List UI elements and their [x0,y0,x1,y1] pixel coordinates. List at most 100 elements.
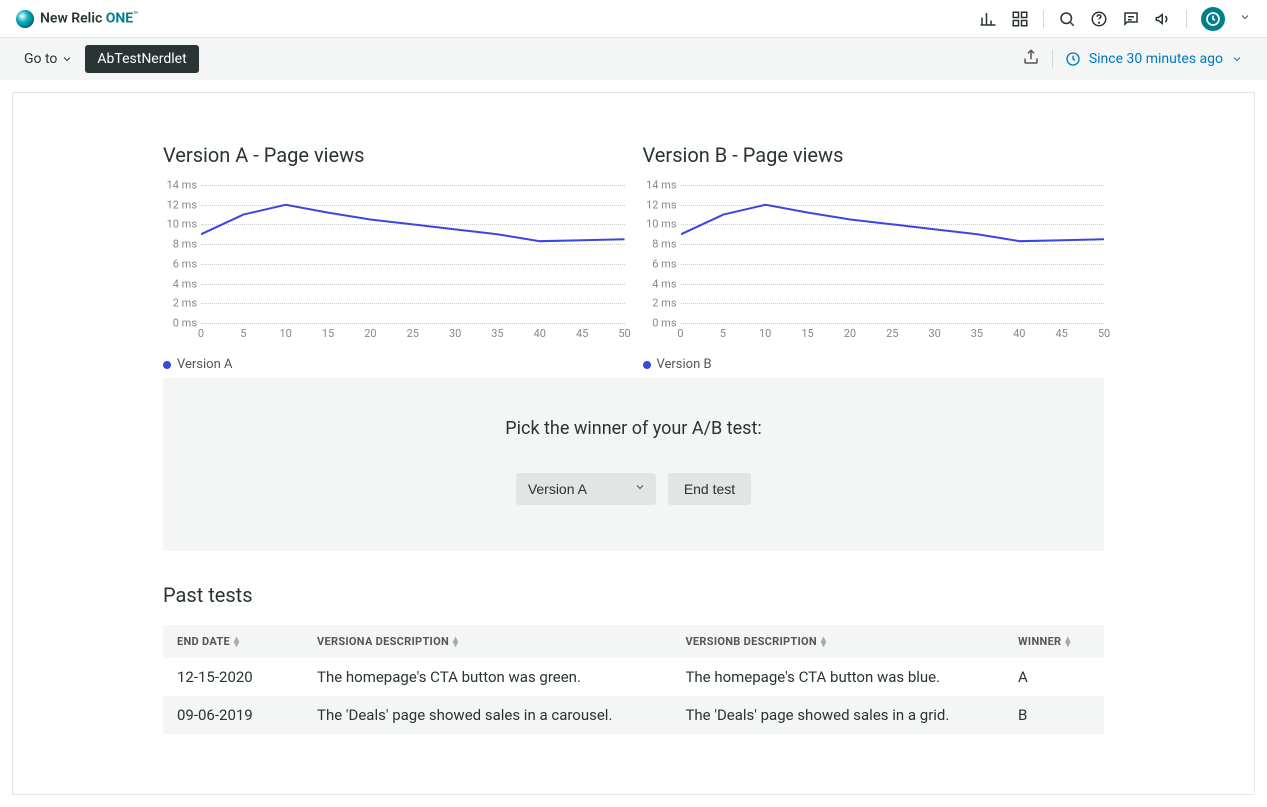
cell-vb: The homepage's CTA button was blue. [671,658,1004,696]
chevron-down-icon[interactable] [1239,11,1251,27]
y-tick-label: 8 ms [173,238,197,251]
x-tick-label: 30 [928,327,940,340]
chart-a-title: Version A - Page views [163,143,625,167]
past-tests-body: 12-15-2020The homepage's CTA button was … [163,658,1104,734]
legend-label: Version A [177,357,232,372]
sort-icon: ▴▾ [234,637,239,647]
chart-b: Version B - Page views 0 ms 2 ms 4 ms 6 ms 8… [643,143,1105,372]
y-tick-label: 4 ms [173,277,197,290]
cell-winner: A [1004,658,1104,696]
logo-icon [16,10,34,28]
y-tick-label: 10 ms [646,218,676,231]
table-row[interactable]: 12-15-2020The homepage's CTA button was … [163,658,1104,696]
apps-icon[interactable] [1011,10,1029,28]
y-tick-label: 8 ms [652,238,676,251]
legend-dot-icon [643,361,651,369]
legend-dot-icon [163,361,171,369]
y-tick-label: 2 ms [173,297,197,310]
chart-b-title: Version B - Page views [643,143,1105,167]
sub-header: Go to AbTestNerdlet Since 30 minutes ago [0,38,1267,80]
cell-vb: The 'Deals' page showed sales in a grid. [671,696,1004,734]
y-tick-label: 14 ms [646,179,676,192]
x-tick-label: 45 [1055,327,1067,340]
col-vb-desc[interactable]: VERSIONB DESCRIPTION▴▾ [671,625,1004,658]
x-tick-label: 20 [364,327,376,340]
legend-label: Version B [657,357,712,372]
cell-end_date: 09-06-2019 [163,696,303,734]
chart-a-legend: Version A [163,357,625,372]
x-tick-label: 25 [407,327,419,340]
x-tick-label: 35 [971,327,983,340]
past-tests-title: Past tests [163,583,1104,607]
sort-icon: ▴▾ [821,637,826,647]
y-tick-label: 10 ms [167,218,197,231]
nerdlet-chip[interactable]: AbTestNerdlet [85,45,198,73]
header-actions [979,7,1251,31]
x-tick-label: 50 [1098,327,1110,340]
x-tick-label: 20 [844,327,856,340]
y-tick-label: 6 ms [652,257,676,270]
table-row[interactable]: 09-06-2019The 'Deals' page showed sales … [163,696,1104,734]
separator [1043,10,1044,28]
end-test-button[interactable]: End test [668,473,751,505]
winner-title: Pick the winner of your A/B test: [163,418,1104,439]
x-tick-label: 15 [801,327,813,340]
past-tests-table: END DATE▴▾ VERSIONA DESCRIPTION▴▾ VERSIO… [163,625,1104,734]
help-icon[interactable] [1090,10,1108,28]
chart-a: Version A - Page views 0 ms 2 ms 4 ms 6 ms 8… [163,143,625,372]
search-icon[interactable] [1058,10,1076,28]
col-winner[interactable]: WINNER▴▾ [1004,625,1104,658]
col-end-date[interactable]: END DATE▴▾ [163,625,303,658]
goto-dropdown[interactable]: Go to [24,51,73,67]
announce-icon[interactable] [1154,10,1172,28]
chart-b-legend: Version B [643,357,1105,372]
brand-logo[interactable]: New Relic ONE™ [16,10,138,28]
separator [1186,10,1187,28]
table-header-row: END DATE▴▾ VERSIONA DESCRIPTION▴▾ VERSIO… [163,625,1104,658]
winner-select-wrap: Version A [516,473,656,505]
x-tick-label: 0 [677,327,683,340]
y-tick-label: 2 ms [652,297,676,310]
x-tick-label: 10 [280,327,292,340]
canvas: Version A - Page views 0 ms 2 ms 4 ms 6 ms 8… [0,80,1267,807]
charts-row: Version A - Page views 0 ms 2 ms 4 ms 6 ms 8… [163,143,1104,372]
sort-icon: ▴▾ [1065,637,1070,647]
y-tick-label: 6 ms [173,257,197,270]
y-tick-label: 14 ms [167,179,197,192]
y-tick-label: 0 ms [173,317,197,330]
col-va-desc[interactable]: VERSIONA DESCRIPTION▴▾ [303,625,671,658]
page-card: Version A - Page views 0 ms 2 ms 4 ms 6 ms 8… [12,92,1255,795]
x-tick-label: 45 [576,327,588,340]
cell-va: The homepage's CTA button was green. [303,658,671,696]
cell-va: The 'Deals' page showed sales in a carou… [303,696,671,734]
chart-icon[interactable] [979,10,997,28]
y-tick-label: 12 ms [167,198,197,211]
x-tick-label: 25 [886,327,898,340]
x-tick-label: 10 [759,327,771,340]
y-tick-label: 0 ms [652,317,676,330]
separator [1052,50,1053,68]
sort-icon: ▴▾ [453,637,458,647]
x-tick-label: 40 [534,327,546,340]
cell-winner: B [1004,696,1104,734]
chart-a-box: 0 ms2 ms4 ms6 ms8 ms10 ms12 ms14 ms05101… [163,185,625,345]
share-icon[interactable] [1022,48,1040,70]
global-header: New Relic ONE™ [0,0,1267,38]
x-tick-label: 15 [322,327,334,340]
x-tick-label: 40 [1013,327,1025,340]
feedback-icon[interactable] [1122,10,1140,28]
x-tick-label: 5 [240,327,246,340]
user-avatar[interactable] [1201,7,1225,31]
winner-controls: Version A End test [163,473,1104,505]
x-tick-label: 0 [198,327,204,340]
time-range-picker[interactable]: Since 30 minutes ago [1065,51,1243,67]
x-tick-label: 30 [449,327,461,340]
y-tick-label: 12 ms [646,198,676,211]
x-tick-label: 5 [720,327,726,340]
winner-select[interactable]: Version A [516,473,656,505]
cell-end_date: 12-15-2020 [163,658,303,696]
x-tick-label: 35 [491,327,503,340]
y-tick-label: 4 ms [652,277,676,290]
chart-b-box: 0 ms2 ms4 ms6 ms8 ms10 ms12 ms14 ms05101… [643,185,1105,345]
x-tick-label: 50 [618,327,630,340]
